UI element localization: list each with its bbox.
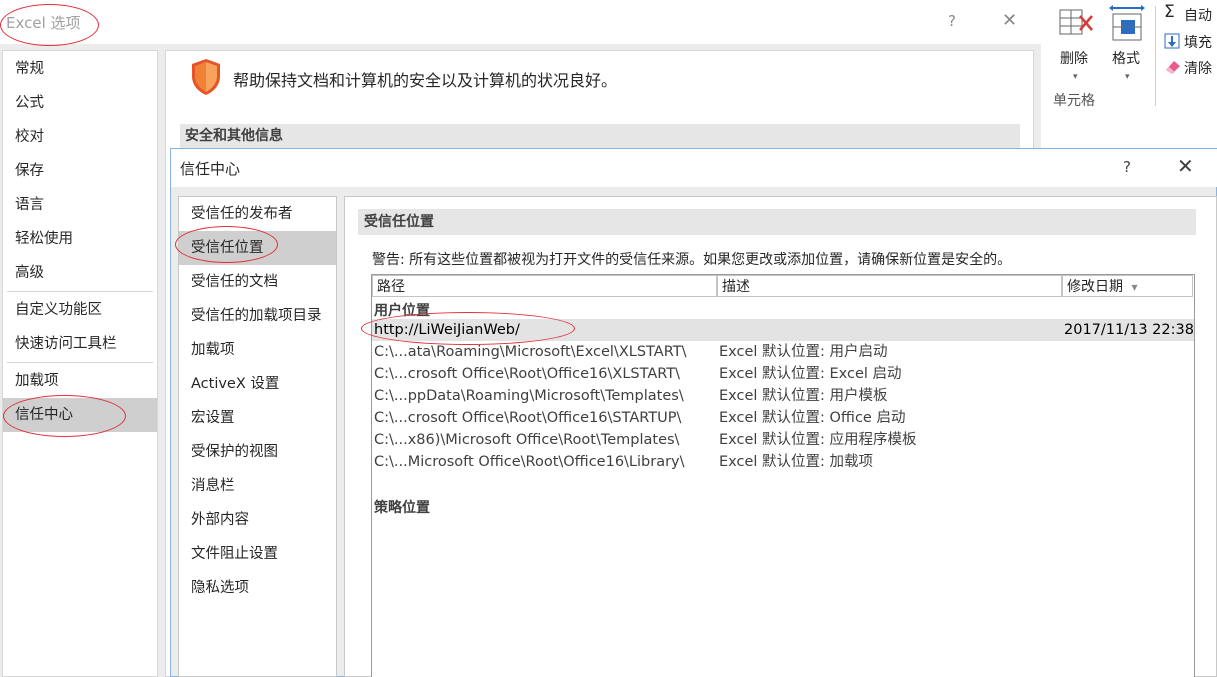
table-row[interactable]: C:\...x86)\Microsoft Office\Root\Templat… (372, 429, 1194, 451)
format-label: 格式 (1112, 51, 1140, 67)
table-row[interactable]: C:\...Microsoft Office\Root\Office16\Lib… (372, 451, 1194, 473)
options-close-button[interactable]: ✕ (1002, 10, 1017, 31)
clear-label: 清除 (1184, 61, 1212, 77)
sigma-icon: Σ (1164, 2, 1175, 22)
nav-divider (7, 362, 153, 363)
fill-button[interactable]: 填充 (1162, 31, 1217, 51)
row-path: C:\...Microsoft Office\Root\Office16\Lib… (374, 454, 685, 470)
options-titlebar (0, 0, 1041, 44)
row-path: C:\...ppData\Roaming\Microsoft\Templates… (374, 388, 684, 404)
row-description: Excel 默认位置: Excel 启动 (719, 366, 902, 382)
nav-item-proofing[interactable]: 校对 (3, 121, 157, 153)
tc-nav-activex-settings[interactable]: ActiveX 设置 (179, 367, 336, 401)
row-date: 2017/11/13 22:38 (1064, 322, 1194, 338)
eraser-icon (1166, 61, 1180, 74)
options-help-button[interactable]: ? (948, 12, 956, 30)
nav-item-advanced[interactable]: 高级 (3, 257, 157, 289)
clear-button[interactable]: 清除 (1162, 57, 1217, 77)
options-tagline: 帮助保持文档和计算机的安全以及计算机的状况良好。 (233, 71, 618, 90)
table-row[interactable]: C:\...crosoft Office\Root\Office16\XLSTA… (372, 363, 1194, 385)
options-section-title: 安全和其他信息 (180, 124, 1020, 148)
column-header-path[interactable]: 路径 (372, 275, 717, 297)
row-path: C:\...crosoft Office\Root\Office16\XLSTA… (374, 366, 681, 382)
annotation-oval (0, 4, 99, 46)
tc-nav-file-block[interactable]: 文件阻止设置 (179, 537, 336, 571)
tc-nav-privacy-options[interactable]: 隐私选项 (179, 571, 336, 605)
tc-nav-add-ins[interactable]: 加载项 (179, 333, 336, 367)
delete-cells-button[interactable]: 删除 ▾ (1054, 4, 1098, 84)
nav-item-language[interactable]: 语言 (3, 189, 157, 221)
fill-down-icon (1164, 33, 1180, 49)
nav-item-add-ins[interactable]: 加载项 (3, 365, 157, 397)
tc-nav-trusted-addin-catalogs[interactable]: 受信任的加载项目录 (179, 299, 336, 333)
cells-group-label: 单元格 (1053, 93, 1095, 109)
nav-item-accessibility[interactable]: 轻松使用 (3, 223, 157, 255)
trust-center-title: 信任中心 (180, 160, 241, 178)
nav-item-quick-access[interactable]: 快速访问工具栏 (3, 328, 157, 360)
autosum-label: 自动 (1184, 8, 1212, 24)
tc-nav-message-bar[interactable]: 消息栏 (179, 469, 336, 503)
sort-descending-icon: ▾ (1131, 280, 1138, 294)
annotation-oval (361, 312, 575, 345)
chevron-down-icon: ▾ (1125, 72, 1130, 82)
row-description: Excel 默认位置: 用户模板 (719, 388, 888, 404)
row-path: C:\...ata\Roaming\Microsoft\Excel\XLSTAR… (374, 344, 687, 360)
policy-locations-group-label: 策略位置 (374, 500, 430, 516)
row-description: Excel 默认位置: 应用程序模板 (719, 432, 917, 448)
nav-item-customize-ribbon[interactable]: 自定义功能区 (3, 294, 157, 326)
trusted-locations-section-title: 受信任位置 (358, 209, 1196, 235)
table-row[interactable]: C:\...ppData\Roaming\Microsoft\Templates… (372, 385, 1194, 407)
row-path: C:\...x86)\Microsoft Office\Root\Templat… (374, 432, 680, 448)
format-cells-icon (1109, 5, 1145, 41)
column-header-date-label: 修改日期 (1067, 279, 1123, 295)
row-description: Excel 默认位置: 用户启动 (719, 344, 888, 360)
tc-nav-trusted-publishers[interactable]: 受信任的发布者 (179, 197, 336, 231)
column-header-description[interactable]: 描述 (717, 275, 1062, 297)
tc-nav-protected-view[interactable]: 受保护的视图 (179, 435, 336, 469)
row-description: Excel 默认位置: 加载项 (719, 454, 874, 470)
ribbon-group-divider (1155, 6, 1156, 106)
nav-item-general[interactable]: 常规 (3, 53, 157, 85)
tc-nav-trusted-documents[interactable]: 受信任的文档 (179, 265, 336, 299)
shield-icon (192, 59, 220, 95)
fill-label: 填充 (1184, 35, 1212, 51)
nav-item-formulas[interactable]: 公式 (3, 87, 157, 119)
row-path: C:\...crosoft Office\Root\Office16\START… (374, 410, 682, 426)
tc-nav-macro-settings[interactable]: 宏设置 (179, 401, 336, 435)
chevron-down-icon: ▾ (1073, 72, 1078, 82)
table-row[interactable]: C:\...crosoft Office\Root\Office16\START… (372, 407, 1194, 429)
trust-center-close-button[interactable]: ✕ (1177, 154, 1194, 178)
format-cells-button[interactable]: 格式 ▾ (1104, 4, 1150, 84)
delete-cells-icon (1059, 9, 1093, 35)
annotation-oval (175, 226, 278, 263)
delete-label: 删除 (1060, 51, 1088, 67)
tc-nav-external-content[interactable]: 外部内容 (179, 503, 336, 537)
excel-ribbon: 删除 ▾ 格式 ▾ 单元格 Σ 自动 填充 清除 (1040, 0, 1217, 148)
options-nav: 常规 公式 校对 保存 语言 轻松使用 高级 自定义功能区 快速访问工具栏 加载… (2, 50, 158, 677)
trust-center-titlebar (171, 149, 1217, 187)
column-header-date-modified[interactable]: 修改日期 ▾ (1062, 275, 1193, 297)
trusted-locations-warning: 警告: 所有这些位置都被视为打开文件的受信任来源。如果您更改或添加位置，请确保新… (372, 252, 1012, 268)
trust-center-help-button[interactable]: ? (1123, 158, 1131, 176)
nav-item-save[interactable]: 保存 (3, 155, 157, 187)
trust-center-nav: 受信任的发布者 受信任位置 受信任的文档 受信任的加载项目录 加载项 Activ… (178, 196, 337, 677)
autosum-button[interactable]: Σ 自动 (1162, 2, 1217, 24)
row-description: Excel 默认位置: Office 启动 (719, 410, 906, 426)
nav-divider (7, 291, 153, 292)
annotation-oval (3, 395, 126, 437)
